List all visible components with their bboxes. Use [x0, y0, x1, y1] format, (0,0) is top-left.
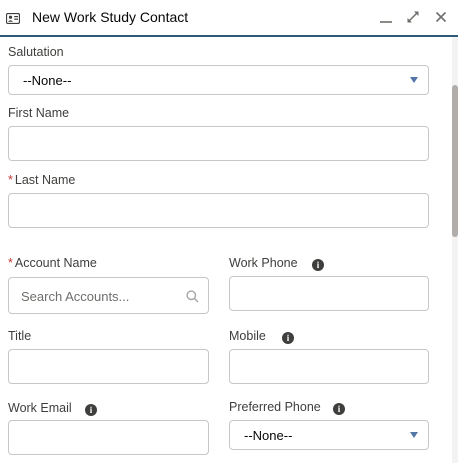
account-search-input[interactable]: Search Accounts... [8, 277, 209, 314]
info-icon[interactable]: i [333, 403, 345, 415]
chevron-down-icon [410, 432, 418, 438]
scrollbar-thumb[interactable] [452, 85, 458, 237]
salutation-label: Salutation [8, 45, 64, 59]
modal-title: New Work Study Contact [32, 9, 189, 25]
preferred-phone-label: Preferred Phone [229, 400, 321, 414]
last-name-field[interactable] [8, 193, 429, 228]
salutation-select[interactable]: --None-- [8, 65, 429, 95]
first-name-label: First Name [8, 106, 70, 120]
preferred-phone-value: --None-- [244, 428, 293, 443]
modal-body: Salutation --None-- First Name * Last Nam… [0, 37, 452, 463]
chevron-down-icon [410, 77, 418, 83]
info-icon[interactable]: i [312, 259, 324, 271]
work-phone-label: Work Phone [229, 256, 298, 270]
account-search-placeholder: Search Accounts... [21, 289, 130, 304]
info-icon[interactable]: i [85, 404, 97, 416]
title-field[interactable] [8, 349, 209, 384]
expand-icon[interactable] [403, 7, 423, 27]
first-name-field[interactable] [8, 126, 429, 161]
close-icon[interactable] [431, 7, 451, 27]
minimize-icon[interactable] [376, 7, 396, 27]
info-icon[interactable]: i [282, 332, 294, 344]
preferred-phone-select[interactable]: --None-- [229, 420, 429, 450]
last-name-label: * Last Name [8, 173, 76, 187]
search-icon [186, 290, 199, 308]
mobile-label: Mobile [229, 329, 266, 343]
work-email-label: Work Email [8, 401, 72, 415]
modal-header: New Work Study Contact [0, 0, 458, 37]
work-phone-field[interactable] [229, 276, 429, 311]
scrollbar[interactable] [452, 37, 458, 463]
required-asterisk: * [8, 256, 13, 270]
title-label: Title [8, 329, 32, 343]
required-asterisk: * [8, 173, 13, 187]
work-email-field[interactable] [8, 420, 209, 455]
mobile-field[interactable] [229, 349, 429, 384]
salutation-value: --None-- [23, 73, 72, 88]
account-name-label: * Account Name [8, 256, 97, 270]
contact-card-icon [5, 11, 21, 29]
